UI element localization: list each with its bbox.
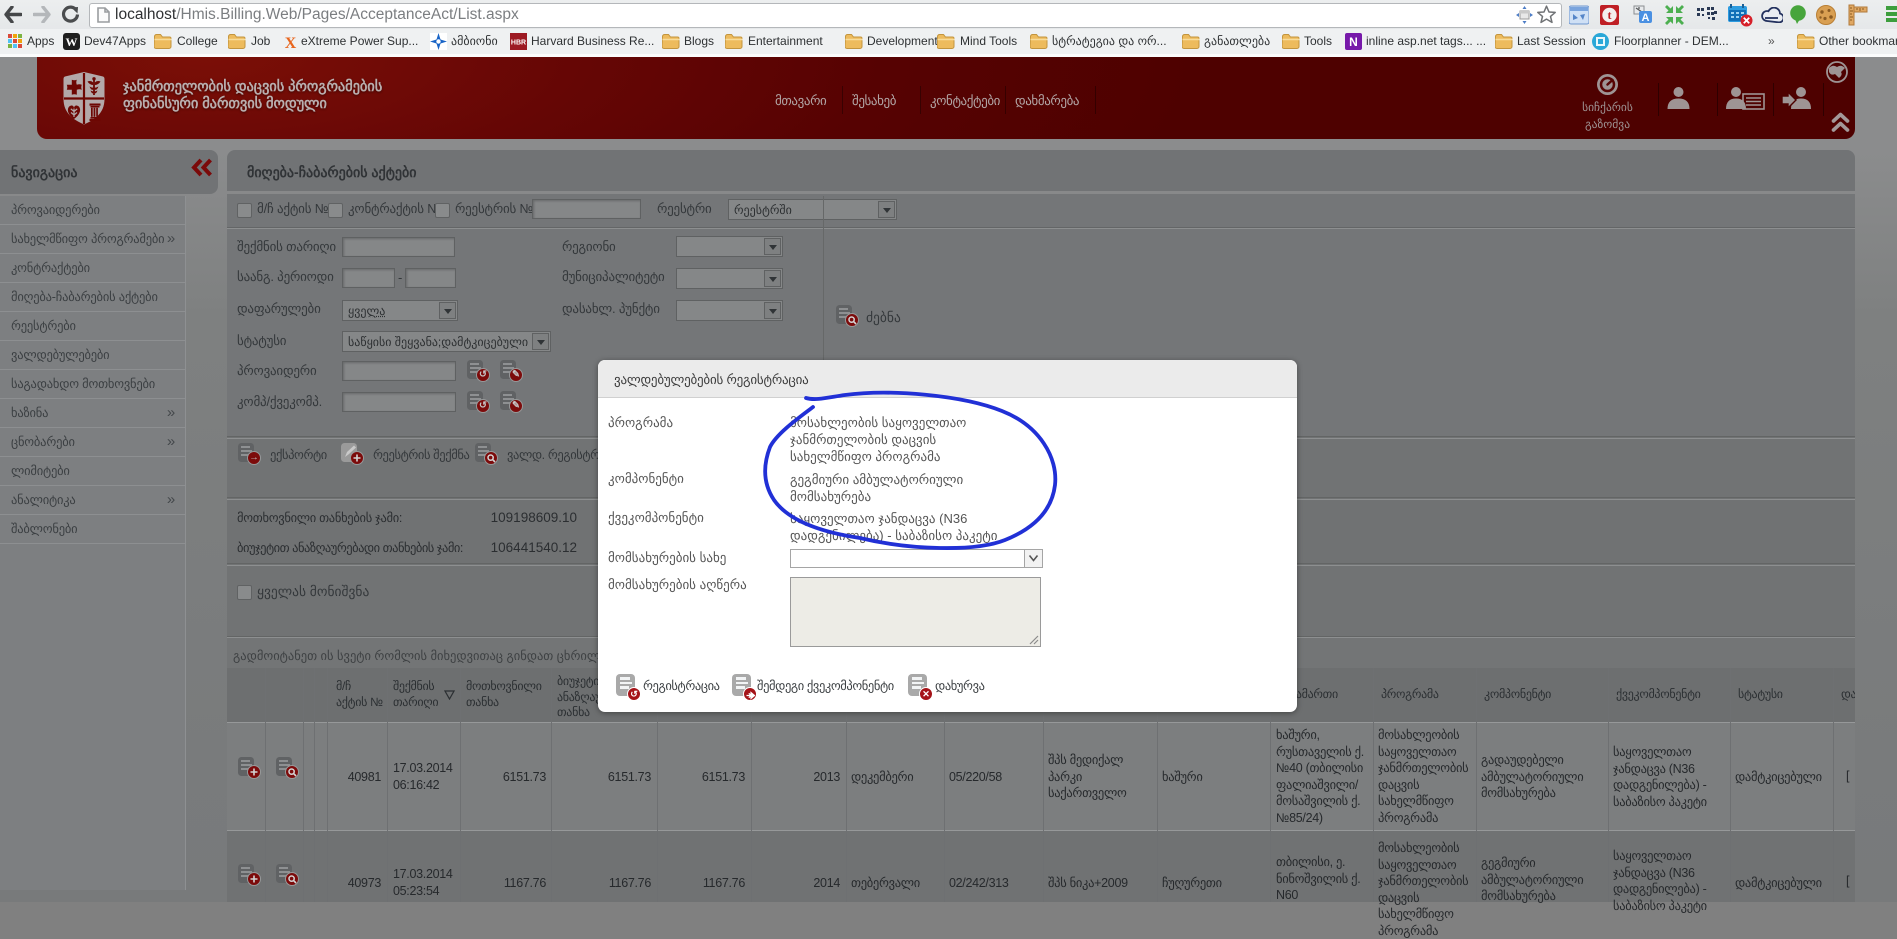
svg-text:t: t (1608, 8, 1612, 22)
svg-text:N: N (1349, 35, 1358, 49)
svg-text:W: W (66, 35, 78, 49)
svg-text:X: X (285, 35, 297, 50)
svg-text:HBR: HBR (511, 40, 526, 47)
svg-text:A: A (1642, 12, 1650, 24)
